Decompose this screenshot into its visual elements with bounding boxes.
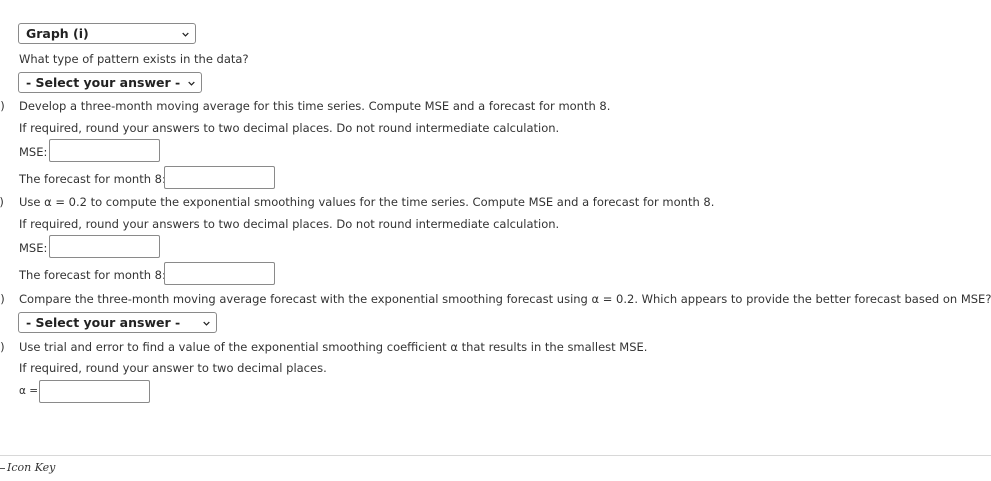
graph-select-value: Graph (i): [26, 26, 89, 41]
part-c-forecast-label: The forecast for month 8:: [19, 268, 166, 282]
part-d-letter: d): [0, 292, 5, 306]
part-b-rounding: If required, round your answers to two d…: [19, 121, 560, 135]
footer-divider: [0, 455, 991, 456]
part-b-letter: b): [0, 99, 5, 113]
part-e-letter: e): [0, 340, 5, 354]
part-b-prompt: Develop a three-month moving average for…: [19, 99, 611, 113]
icon-key-label: Icon Key: [7, 461, 56, 474]
part-c-mse-input[interactable]: [49, 235, 160, 258]
key-icon: [0, 467, 5, 469]
part-c-prompt: Use α = 0.2 to compute the exponential s…: [19, 195, 715, 209]
part-e-rounding: If required, round your answer to two de…: [19, 361, 327, 375]
alpha-label: α =: [19, 385, 39, 397]
part-c-letter: c): [0, 195, 4, 209]
part-b-mse-input[interactable]: [49, 139, 160, 162]
part-c-rounding: If required, round your answers to two d…: [19, 217, 560, 231]
graph-select[interactable]: Graph (i): [18, 23, 196, 44]
part-d-prompt: Compare the three-month moving average f…: [19, 292, 991, 306]
part-b-forecast-label: The forecast for month 8:: [19, 172, 166, 186]
part-c-forecast-input[interactable]: [164, 262, 275, 285]
chevron-down-icon: [188, 81, 195, 86]
alpha-input[interactable]: [39, 380, 150, 403]
part-b-mse-label: MSE:: [19, 145, 48, 159]
part-b-forecast-input[interactable]: [164, 166, 275, 189]
better-forecast-select-value: - Select your answer -: [26, 315, 181, 330]
chevron-down-icon: [203, 321, 210, 326]
pattern-select-value: - Select your answer -: [26, 75, 181, 90]
pattern-question: What type of pattern exists in the data?: [19, 52, 249, 66]
part-c-mse-label: MSE:: [19, 241, 48, 255]
pattern-select[interactable]: - Select your answer -: [18, 72, 202, 93]
chevron-down-icon: [182, 32, 189, 37]
better-forecast-select[interactable]: - Select your answer -: [18, 312, 217, 333]
icon-key-link[interactable]: Icon Key: [0, 461, 55, 474]
part-e-prompt: Use trial and error to find a value of t…: [19, 340, 648, 354]
